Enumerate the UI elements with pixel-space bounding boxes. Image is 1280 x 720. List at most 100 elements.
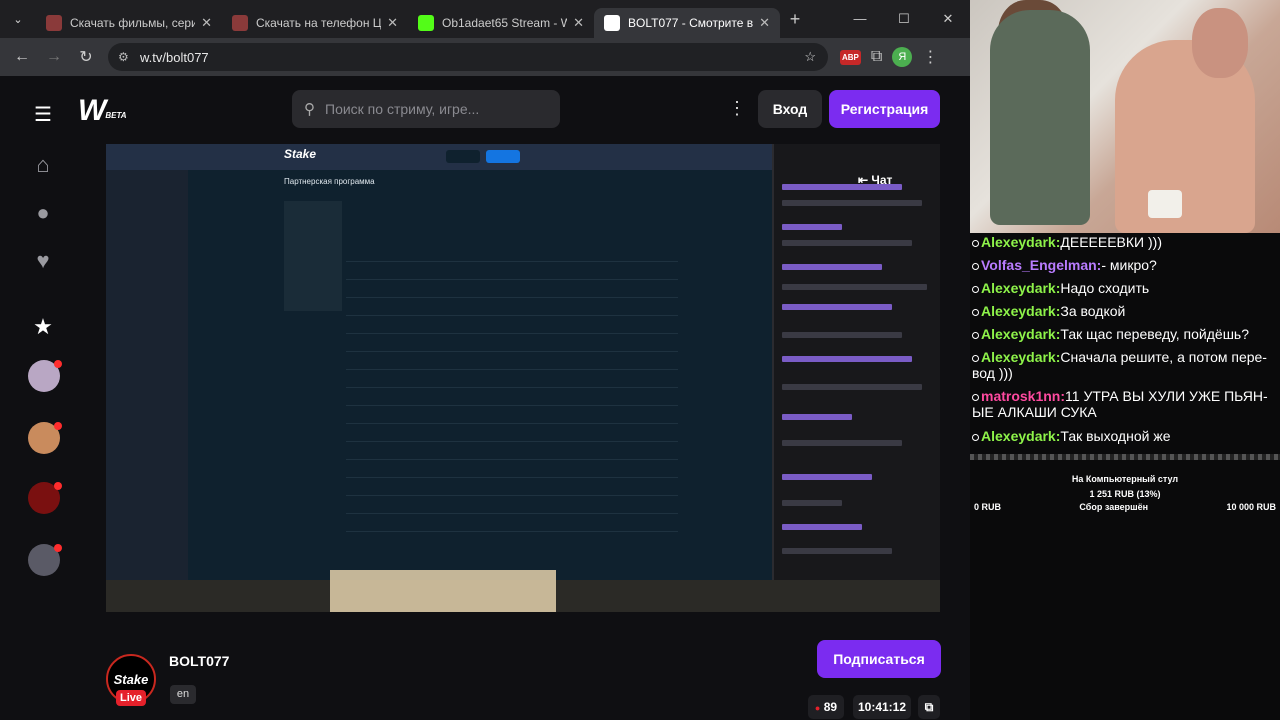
overlay-chat-message: Alexeydark:Надо сходить xyxy=(972,280,1272,296)
stream-table-row xyxy=(346,406,678,424)
video-player[interactable]: Stake Партнерская программа ⇤ Чат xyxy=(106,144,940,612)
stream-chat-line xyxy=(782,240,912,246)
stream-table-row xyxy=(346,244,678,262)
address-bar: ← → ↻ ⚙ w.tv/bolt077 ☆ ABP ⧉ Я ⋮ xyxy=(0,38,970,76)
close-tab-icon[interactable]: ✕ xyxy=(759,15,770,31)
site-info-icon[interactable]: ⚙ xyxy=(118,50,140,64)
stream-chat-line xyxy=(782,440,902,446)
search-placeholder: Поиск по стриму, игре... xyxy=(325,101,480,117)
stream-chat-line xyxy=(782,264,882,270)
browser-tab-2[interactable]: Скачать на телефон Цикл ✕ xyxy=(222,8,408,38)
browser-menu-icon[interactable]: ⋮ xyxy=(922,47,938,67)
chat-bullet-icon xyxy=(972,285,979,293)
tab-favicon xyxy=(232,15,248,31)
followed-channel-avatar-1[interactable] xyxy=(28,360,62,392)
minimize-icon[interactable]: — xyxy=(838,0,882,38)
close-tab-icon[interactable]: ✕ xyxy=(201,15,212,31)
overlay-chat-message: Alexeydark:ДЕЕЕЕЕВКИ ))) xyxy=(972,234,1272,250)
share-copy-icon[interactable]: ⧉ xyxy=(918,695,940,719)
url-field[interactable]: ⚙ w.tv/bolt077 ☆ xyxy=(108,43,828,71)
profile-avatar[interactable]: Я xyxy=(892,47,913,67)
stream-chat-line xyxy=(782,332,902,338)
hamburger-menu-icon[interactable]: ☰ xyxy=(34,102,52,127)
more-options-icon[interactable]: ⋮ xyxy=(728,98,746,119)
forward-icon[interactable]: → xyxy=(38,48,70,66)
stream-table-row xyxy=(346,478,678,496)
donation-goal-amount: 1 251 RUB (13%) xyxy=(1089,489,1161,499)
following-heart-icon[interactable]: ♥ xyxy=(24,242,62,280)
register-button[interactable]: Регистрация xyxy=(829,90,940,128)
chat-username: matrosk1nn xyxy=(981,388,1061,404)
goal-status: Сбор завершён xyxy=(1079,502,1149,512)
stream-table-row xyxy=(346,424,678,442)
live-dot xyxy=(54,482,62,490)
overlay-divider xyxy=(970,454,1280,460)
browser-tab-1[interactable]: Скачать фильмы, сериалы ✕ xyxy=(36,8,222,38)
reload-icon[interactable]: ↻ xyxy=(70,47,102,67)
browser-window: ⌄ Скачать фильмы, сериалы ✕ Скачать на т… xyxy=(0,0,970,720)
viewer-count: ● 89 xyxy=(808,695,844,719)
stream-chat-line xyxy=(782,356,912,362)
overlay-chat-message: Alexeydark:За водкой xyxy=(972,303,1272,319)
close-window-icon[interactable]: ✕ xyxy=(926,0,970,38)
chat-username: Alexeydark xyxy=(981,326,1056,342)
extensions-puzzle-icon[interactable]: ⧉ xyxy=(871,48,882,66)
chat-username: Alexeydark xyxy=(981,234,1056,250)
tab-search-button[interactable]: ⌄ xyxy=(0,0,36,38)
chat-bullet-icon xyxy=(972,239,979,247)
chat-username: Alexeydark xyxy=(981,349,1056,365)
language-tag[interactable]: en xyxy=(170,685,196,704)
stream-table-row xyxy=(346,262,678,280)
stream-table-row xyxy=(346,280,678,298)
chat-username: Alexeydark xyxy=(981,303,1056,319)
chat-bullet-icon xyxy=(972,393,979,401)
stream-affiliate-nav xyxy=(284,201,342,311)
close-tab-icon[interactable]: ✕ xyxy=(573,15,584,31)
stream-chat-line xyxy=(782,524,862,530)
channel-name[interactable]: BOLT077 xyxy=(169,653,229,669)
toggle-chat-button[interactable]: ⇤ Чат xyxy=(858,173,892,187)
webcam-cup xyxy=(1148,190,1182,218)
stream-stake-logo: Stake xyxy=(284,147,317,161)
search-input[interactable]: ⚲ Поиск по стриму, игре... xyxy=(292,90,560,128)
overlay-chat-message: matrosk1nn:11 УТРА ВЫ ХУЛИ УЖЕ ПЬЯН-ЫЕ А… xyxy=(972,388,1272,420)
viewer-count-value: 89 xyxy=(823,700,838,714)
back-icon[interactable]: ← xyxy=(6,48,38,66)
stream-balance-box xyxy=(446,150,480,163)
webcam-feed xyxy=(970,0,1280,233)
donation-goal-scale: 0 RUB Сбор завершён 10 000 RUB xyxy=(974,502,1276,512)
stream-chat-line xyxy=(782,304,892,310)
wtv-logo[interactable]: W BETA xyxy=(78,94,127,128)
extensions-area: ABP ⧉ Я ⋮ xyxy=(840,47,938,67)
followed-channel-avatar-3[interactable] xyxy=(28,482,62,514)
tab-title: Ob1adaet65 Stream - Watc xyxy=(442,16,568,30)
stream-chat-line xyxy=(782,500,842,506)
stream-deposit-button xyxy=(486,150,520,163)
maximize-icon[interactable]: ☐ xyxy=(882,0,926,38)
stream-table-row xyxy=(346,370,678,388)
featured-star-icon[interactable]: ★ xyxy=(24,308,62,346)
home-icon[interactable]: ⌂ xyxy=(24,146,62,184)
browser-tab-3[interactable]: Ob1adaet65 Stream - Watc ✕ xyxy=(408,8,594,38)
browser-tab-4-active[interactable]: BOLT077 - Смотрите в Ла ✕ xyxy=(594,8,780,38)
followed-channel-avatar-2[interactable] xyxy=(28,422,62,454)
overlay-chat-message: Volfas_Engelman:- микро? xyxy=(972,257,1272,273)
wtv-page: ☰ W BETA ⚲ Поиск по стриму, игре... ⋮ Вхо… xyxy=(0,76,970,720)
webcam-person-left xyxy=(990,10,1090,225)
new-tab-button[interactable]: + xyxy=(780,9,810,30)
stream-chat-line xyxy=(782,284,927,290)
subscribe-button[interactable]: Подписаться xyxy=(817,640,941,678)
live-dot-icon: ● xyxy=(814,703,821,713)
stream-table-row xyxy=(346,334,678,352)
stream-stake-sidebar xyxy=(106,170,188,580)
stream-embedded-chat xyxy=(772,144,940,580)
bookmark-star-icon[interactable]: ☆ xyxy=(804,49,816,65)
donation-goal-title: На Компьютерный стул xyxy=(1071,474,1179,484)
followed-channel-avatar-4[interactable] xyxy=(28,544,62,576)
stream-page-title: Партнерская программа xyxy=(284,177,375,186)
login-button[interactable]: Вход xyxy=(758,90,822,128)
browse-search-icon[interactable]: ● xyxy=(24,194,62,232)
kick-favicon xyxy=(418,15,434,31)
adblock-extension-icon[interactable]: ABP xyxy=(840,49,861,65)
close-tab-icon[interactable]: ✕ xyxy=(387,15,398,31)
